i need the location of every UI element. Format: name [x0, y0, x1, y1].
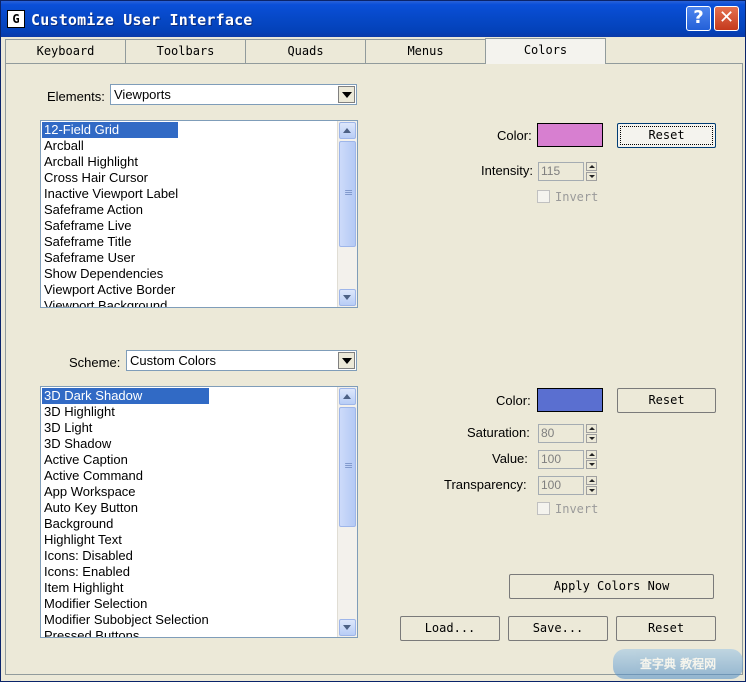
- scheme-label: Scheme:: [69, 355, 121, 370]
- element-reset-button[interactable]: Reset: [617, 123, 716, 148]
- scheme-reset-button[interactable]: Reset: [617, 388, 716, 413]
- scroll-thumb[interactable]: [339, 141, 356, 247]
- list-item[interactable]: Arcball: [42, 138, 178, 154]
- list-item[interactable]: Pressed Buttons: [42, 628, 209, 637]
- scroll-up-icon[interactable]: [339, 122, 356, 139]
- elements-listbox[interactable]: 12-Field Grid Arcball Arcball Highlight …: [40, 120, 358, 308]
- tab-strip: Keyboard Toolbars Quads Menus Colors: [5, 38, 741, 64]
- tab-menus[interactable]: Menus: [365, 39, 486, 63]
- value-field[interactable]: 100: [538, 450, 584, 469]
- colors-panel: Elements: Viewports 12-Field Grid Arcbal…: [5, 63, 743, 675]
- chevron-down-icon[interactable]: [338, 86, 355, 103]
- customize-ui-window: G Customize User Interface ? ✕ Keyboard …: [0, 0, 746, 682]
- scheme-dropdown[interactable]: Custom Colors: [126, 350, 357, 371]
- checkbox-icon[interactable]: [537, 502, 550, 515]
- scheme-invert-label: Invert: [555, 502, 599, 516]
- scheme-dropdown-value: Custom Colors: [130, 353, 216, 368]
- spinner-up-icon[interactable]: [586, 476, 597, 485]
- elements-label: Elements:: [47, 89, 105, 104]
- chevron-down-icon[interactable]: [338, 352, 355, 369]
- scheme-list-items: 3D Dark Shadow 3D Highlight 3D Light 3D …: [42, 388, 209, 637]
- scroll-down-icon[interactable]: [339, 289, 356, 306]
- save-button[interactable]: Save...: [508, 616, 608, 641]
- list-item[interactable]: Modifier Subobject Selection: [42, 612, 209, 628]
- title-bar[interactable]: G Customize User Interface ? ✕: [1, 1, 745, 37]
- transparency-field[interactable]: 100: [538, 476, 584, 495]
- list-item[interactable]: Safeframe Live: [42, 218, 178, 234]
- element-invert-label: Invert: [555, 190, 599, 204]
- list-item[interactable]: App Workspace: [42, 484, 209, 500]
- saturation-field[interactable]: 80: [538, 424, 584, 443]
- intensity-field[interactable]: 115: [538, 162, 584, 181]
- list-item[interactable]: Icons: Disabled: [42, 548, 209, 564]
- spinner-up-icon[interactable]: [586, 450, 597, 459]
- window-title: Customize User Interface: [31, 11, 253, 29]
- intensity-label: Intensity:: [481, 163, 534, 178]
- list-item[interactable]: 3D Light: [42, 420, 209, 436]
- scheme-scrollbar[interactable]: [337, 387, 357, 637]
- list-item[interactable]: Safeframe Title: [42, 234, 178, 250]
- list-item[interactable]: Cross Hair Cursor: [42, 170, 178, 186]
- spinner-down-icon[interactable]: [586, 486, 597, 495]
- element-color-label: Color:: [497, 128, 532, 143]
- list-item[interactable]: Viewport Active Border: [42, 282, 178, 298]
- elements-scrollbar[interactable]: [337, 121, 357, 307]
- tab-quads[interactable]: Quads: [245, 39, 366, 63]
- load-button[interactable]: Load...: [400, 616, 500, 641]
- spinner-down-icon[interactable]: [586, 434, 597, 443]
- list-item[interactable]: Active Command: [42, 468, 209, 484]
- list-item[interactable]: Auto Key Button: [42, 500, 209, 516]
- elements-dropdown[interactable]: Viewports: [110, 84, 357, 105]
- scroll-thumb[interactable]: [339, 407, 356, 527]
- tab-toolbars[interactable]: Toolbars: [125, 39, 246, 63]
- tab-keyboard[interactable]: Keyboard: [5, 39, 126, 63]
- apply-colors-now-button[interactable]: Apply Colors Now: [509, 574, 714, 599]
- spinner-down-icon[interactable]: [586, 172, 597, 181]
- list-item[interactable]: Show Dependencies: [42, 266, 178, 282]
- close-button[interactable]: ✕: [714, 6, 739, 31]
- list-item[interactable]: Safeframe User: [42, 250, 178, 266]
- list-item[interactable]: Arcball Highlight: [42, 154, 178, 170]
- list-item[interactable]: Active Caption: [42, 452, 209, 468]
- list-item[interactable]: 3D Dark Shadow: [42, 388, 209, 404]
- spinner-down-icon[interactable]: [586, 460, 597, 469]
- list-item[interactable]: Safeframe Action: [42, 202, 178, 218]
- scroll-up-icon[interactable]: [339, 388, 356, 405]
- list-item[interactable]: Highlight Text: [42, 532, 209, 548]
- scheme-color-label: Color:: [496, 393, 531, 408]
- element-color-swatch[interactable]: [537, 123, 603, 147]
- checkbox-icon[interactable]: [537, 190, 550, 203]
- list-item[interactable]: Inactive Viewport Label: [42, 186, 178, 202]
- spinner-up-icon[interactable]: [586, 424, 597, 433]
- list-item[interactable]: Modifier Selection: [42, 596, 209, 612]
- scheme-listbox[interactable]: 3D Dark Shadow 3D Highlight 3D Light 3D …: [40, 386, 358, 638]
- watermark-logo: 查字典 教程网: [613, 649, 743, 679]
- list-item[interactable]: Item Highlight: [42, 580, 209, 596]
- value-label: Value:: [492, 451, 528, 466]
- list-item[interactable]: 12-Field Grid: [42, 122, 179, 138]
- app-icon: G: [7, 10, 25, 28]
- list-item[interactable]: 3D Highlight: [42, 404, 209, 420]
- list-item[interactable]: Background: [42, 516, 209, 532]
- bottom-reset-button[interactable]: Reset: [616, 616, 716, 641]
- elements-list-items: 12-Field Grid Arcball Arcball Highlight …: [42, 122, 179, 307]
- elements-dropdown-value: Viewports: [114, 87, 171, 102]
- saturation-label: Saturation:: [467, 425, 530, 440]
- help-button[interactable]: ?: [686, 6, 711, 31]
- list-item[interactable]: Viewport Background: [42, 298, 178, 307]
- scroll-down-icon[interactable]: [339, 619, 356, 636]
- scheme-color-swatch[interactable]: [537, 388, 603, 412]
- transparency-label: Transparency:: [444, 477, 527, 492]
- spinner-up-icon[interactable]: [586, 162, 597, 171]
- list-item[interactable]: 3D Shadow: [42, 436, 209, 452]
- tab-colors[interactable]: Colors: [485, 38, 606, 64]
- list-item[interactable]: Icons: Enabled: [42, 564, 209, 580]
